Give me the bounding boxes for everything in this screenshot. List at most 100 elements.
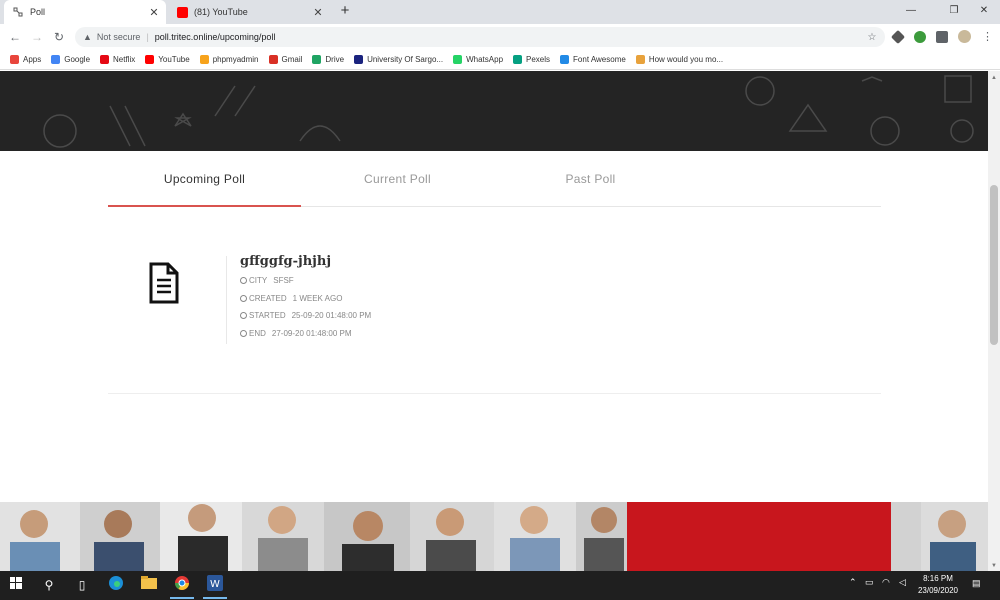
quora-icon	[635, 55, 645, 64]
security-status: Not secure	[96, 32, 141, 42]
bookmark-item[interactable]: WhatsApp	[453, 55, 503, 64]
word-active-indicator	[203, 597, 227, 599]
bookmark-label: phpmyadmin	[212, 55, 259, 64]
back-icon[interactable]: ←	[7, 29, 23, 45]
bookmark-label: YouTube	[158, 55, 190, 64]
poll-meta-end: End 27-09-20 01:48:00 PM	[240, 329, 352, 338]
poll-divider-line	[226, 256, 227, 344]
address-separator: |	[146, 32, 149, 42]
active-tab-indicator	[108, 205, 301, 207]
menu-kebab-icon[interactable]: ⋮	[982, 30, 993, 43]
profile-avatar[interactable]	[958, 30, 971, 43]
meta-value: 25-09-20 01:48:00 PM	[291, 311, 372, 320]
google-icon	[51, 55, 61, 64]
bookmark-label: Apps	[23, 55, 42, 64]
restore-button[interactable]: ❐	[944, 3, 964, 19]
apps-grid-icon	[10, 55, 19, 64]
reload-icon[interactable]: ↻	[51, 29, 67, 45]
file-explorer-icon[interactable]	[139, 575, 159, 595]
bookmark-item[interactable]: Apps	[10, 55, 41, 64]
bookmark-label: Pexels	[526, 55, 551, 64]
close-tab-icon[interactable]: ✕	[311, 6, 325, 19]
tab-past-poll[interactable]: Past Poll	[494, 160, 687, 207]
bookmark-label: Font Awesome	[573, 55, 626, 64]
svg-text:W: W	[210, 579, 220, 590]
warning-icon: ▲	[83, 32, 92, 42]
meta-label: City	[249, 276, 268, 285]
taskbar-date[interactable]: 23/09/2020	[912, 586, 964, 595]
poll-title[interactable]: gffggfg-jhjhj	[240, 254, 331, 269]
wifi-icon[interactable]: ◠	[882, 577, 890, 588]
word-icon[interactable]: W	[205, 575, 225, 595]
bookmark-item[interactable]: Drive	[312, 55, 344, 64]
bookmarks-bar: Apps Google Netflix YouTube phpmyadmin Gmail D…	[0, 50, 1000, 70]
drive-icon	[312, 55, 322, 64]
bookmark-item[interactable]: YouTube	[145, 55, 190, 64]
tab-title: Poll	[30, 7, 46, 17]
doodle-pattern	[43, 75, 974, 148]
hero-banner	[0, 71, 988, 151]
clock-icon	[240, 295, 247, 302]
close-window-button[interactable]: ✕	[974, 3, 994, 19]
clock-icon	[240, 312, 247, 319]
meta-value: 27-09-20 01:48:00 PM	[271, 329, 352, 338]
bookmark-label: Google	[64, 55, 91, 64]
bookmark-item[interactable]: Font Awesome	[560, 55, 626, 64]
tab-upcoming-poll[interactable]: Upcoming Poll	[108, 160, 301, 207]
windows-start-icon[interactable]	[6, 575, 26, 595]
task-view-icon[interactable]: ▯	[72, 575, 92, 595]
phpmyadmin-icon	[199, 55, 209, 64]
minimize-button[interactable]: —	[901, 3, 921, 19]
url-text: poll.tritec.online/upcoming/poll	[154, 32, 276, 42]
netflix-icon	[100, 55, 110, 64]
meta-value: 1 WEEK AGO	[292, 294, 343, 303]
bookmark-item[interactable]: Gmail	[268, 55, 302, 64]
meta-label: End	[249, 329, 266, 338]
meta-label: Created	[249, 294, 287, 303]
font-awesome-icon	[560, 55, 570, 64]
bookmark-label: University Of Sargo...	[367, 55, 444, 64]
volume-icon[interactable]: ◁	[899, 577, 906, 588]
browser-tab-youtube[interactable]: (81) YouTube ✕	[168, 0, 330, 24]
scroll-down-icon[interactable]: ▼	[988, 561, 1000, 571]
pexels-icon	[513, 55, 523, 64]
notifications-icon[interactable]: ▤	[972, 578, 981, 589]
meta-value: SFSF	[273, 276, 294, 285]
chrome-icon[interactable]	[172, 575, 192, 595]
bookmark-item[interactable]: phpmyadmin	[199, 55, 259, 64]
bookmark-label: How would you mo...	[648, 55, 724, 64]
address-bar[interactable]: ▲ Not secure | poll.tritec.online/upcomi…	[75, 27, 885, 47]
new-tab-button[interactable]: +	[337, 3, 353, 19]
section-divider	[108, 393, 881, 394]
whatsapp-icon	[453, 55, 463, 64]
close-tab-icon[interactable]: ✕	[147, 6, 161, 19]
document-icon	[148, 262, 180, 304]
gmail-icon	[268, 55, 278, 64]
bookmark-item[interactable]: Pexels	[513, 55, 550, 64]
tab-current-poll[interactable]: Current Poll	[301, 160, 494, 207]
extensions-puzzle-icon[interactable]	[936, 31, 948, 43]
forward-icon[interactable]: →	[29, 29, 45, 45]
bookmark-star-icon[interactable]: ☆	[865, 32, 879, 43]
bookmark-item[interactable]: How would you mo...	[635, 55, 724, 64]
bookmark-item[interactable]: University Of Sargo...	[354, 55, 443, 64]
extension-globe-icon[interactable]	[914, 31, 926, 43]
scroll-up-icon[interactable]: ▲	[988, 73, 1000, 83]
battery-icon[interactable]: ▭	[865, 577, 874, 588]
red-banner-block	[627, 502, 891, 571]
clock-icon	[240, 330, 247, 337]
poll-favicon-icon	[13, 7, 24, 18]
tray-chevron-icon[interactable]: ⌃	[849, 577, 857, 588]
bookmark-label: Netflix	[113, 55, 136, 64]
search-icon[interactable]: ⚲	[39, 575, 59, 595]
edge-icon[interactable]	[106, 575, 126, 595]
bookmark-item[interactable]: Google	[51, 55, 90, 64]
clock-icon	[240, 277, 247, 284]
scrollbar-thumb[interactable]	[990, 185, 998, 345]
poll-meta-city: City SFSF	[240, 276, 294, 285]
browser-tab-poll[interactable]: Poll ✕	[4, 0, 166, 24]
bookmark-item[interactable]: Netflix	[100, 55, 135, 64]
youtube-icon	[145, 55, 155, 64]
chrome-active-indicator	[170, 597, 194, 599]
taskbar-time[interactable]: 8:16 PM	[918, 574, 958, 583]
